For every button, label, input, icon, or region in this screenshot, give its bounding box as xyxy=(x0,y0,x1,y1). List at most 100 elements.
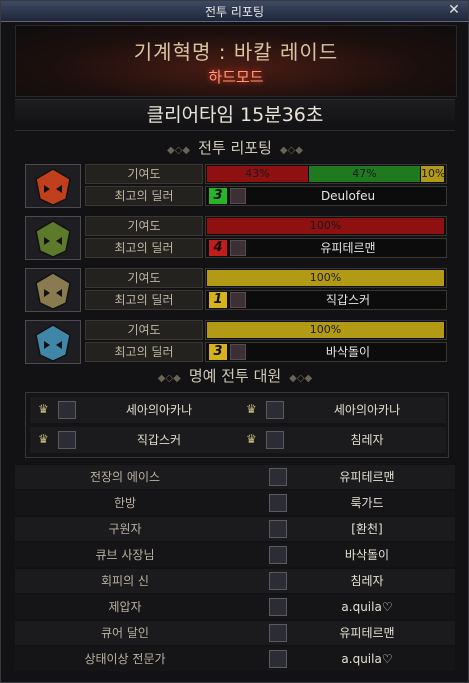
helmet-icon xyxy=(26,321,80,363)
best-dealer[interactable]: 3 Deulofeu xyxy=(205,186,447,206)
honor-member-name: 세아의아카나 xyxy=(125,403,193,417)
avatar xyxy=(269,598,287,616)
contribution-segment: 47% xyxy=(309,166,420,182)
contribution-percent: 47% xyxy=(352,167,377,180)
close-icon[interactable]: ✕ xyxy=(446,2,462,18)
contribution-segment: 43% xyxy=(207,166,308,182)
honor-section-title: ◆◇◆ 명예 전투 대원 ◆◇◆ xyxy=(15,365,455,387)
helmet-icon xyxy=(26,217,80,259)
award-row: 큐브 사장님 바삭돌이 xyxy=(15,543,455,567)
award-winner[interactable]: [환천] xyxy=(287,517,447,541)
honor-member[interactable]: ♛ 침레자 xyxy=(238,427,446,453)
award-title: 큐브 사장님 xyxy=(95,548,155,562)
contribution-percent: 100% xyxy=(309,323,342,336)
avatar xyxy=(230,240,246,256)
rank-badge: 3 xyxy=(209,188,227,204)
contribution-segment: 100% xyxy=(207,322,444,338)
party-portrait[interactable] xyxy=(25,268,81,312)
contribution-segment: 100% xyxy=(207,218,444,234)
avatar xyxy=(58,431,76,449)
title-bar[interactable]: 전투 리포팅 ✕ xyxy=(1,1,468,22)
party-row: 기여도 100% 최고의 딜러 1 직갑스커 xyxy=(25,268,449,314)
contribution-percent: 10% xyxy=(421,167,446,180)
award-winner[interactable]: a.quila♡ xyxy=(287,647,447,671)
best-dealer-label: 최고의 딜러 xyxy=(85,238,203,258)
award-title: 제압자 xyxy=(108,600,142,614)
award-row: 상태이상 전문가 a.quila♡ xyxy=(15,647,455,671)
honor-member[interactable]: ♛ 세아의아카나 xyxy=(238,397,446,423)
award-winner[interactable]: 유피테르맨 xyxy=(287,621,447,645)
contribution-label: 기여도 xyxy=(85,164,203,184)
award-title: 전장의 에이스 xyxy=(89,470,161,484)
award-row: 전장의 에이스 유피테르맨 xyxy=(15,465,455,489)
best-dealer-name: 유피테르맨 xyxy=(320,241,376,255)
award-title: 큐어 달인 xyxy=(101,626,149,640)
award-row: 큐어 달인 유피테르맨 xyxy=(15,621,455,645)
best-dealer-label: 최고의 딜러 xyxy=(85,290,203,310)
party-portrait[interactable] xyxy=(25,320,81,364)
award-row: 제압자 a.quila♡ xyxy=(15,595,455,619)
best-dealer-name: Deulofeu xyxy=(320,189,376,203)
ornament-right-icon: ◆◇◆ xyxy=(279,145,303,156)
award-winner[interactable]: 침레자 xyxy=(287,569,447,593)
best-dealer-name: 직갑스커 xyxy=(325,293,371,307)
contribution-bar: 100% xyxy=(205,268,447,288)
contribution-label: 기여도 xyxy=(85,216,203,236)
avatar xyxy=(266,431,284,449)
contribution-segment: 10% xyxy=(421,166,446,182)
window-title: 전투 리포팅 xyxy=(204,5,264,19)
party-portrait[interactable] xyxy=(25,216,81,260)
best-dealer[interactable]: 1 직갑스커 xyxy=(205,290,447,310)
clear-time: 클리어타임 15분36초 xyxy=(15,99,455,131)
avatar xyxy=(230,344,246,360)
contribution-label: 기여도 xyxy=(85,268,203,288)
avatar xyxy=(269,546,287,564)
party-row: 기여도 43% 47% 10% 최고의 딜러 3 Deulofeu xyxy=(25,164,449,210)
party-portrait[interactable] xyxy=(25,164,81,208)
avatar xyxy=(58,401,76,419)
honor-member[interactable]: ♛ 세아의아카나 xyxy=(30,397,238,423)
award-title: 회피의 신 xyxy=(101,574,149,588)
battle-report-window: 전투 리포팅 ✕ 기계혁명 : 바칼 레이드 하드모드 클리어타임 15분36초… xyxy=(0,0,469,683)
raid-name: 기계혁명 : 바칼 레이드 xyxy=(133,40,339,64)
ornament-right-icon: ◆◇◆ xyxy=(289,373,313,384)
helmet-icon xyxy=(26,165,80,207)
helmet-icon xyxy=(26,269,80,311)
award-title: 상태이상 전문가 xyxy=(84,652,166,666)
honor-member[interactable]: ♛ 직갑스커 xyxy=(30,427,238,453)
contribution-percent: 43% xyxy=(245,167,270,180)
award-row: 회피의 신 침레자 xyxy=(15,569,455,593)
award-winner[interactable]: a.quila♡ xyxy=(287,595,447,619)
best-dealer[interactable]: 4 유피테르맨 xyxy=(205,238,447,258)
crown-icon: ♛ xyxy=(246,432,257,446)
award-title: 한방 xyxy=(113,496,137,510)
avatar xyxy=(269,624,287,642)
avatar xyxy=(269,650,287,668)
avatar xyxy=(269,572,287,590)
best-dealer-label: 최고의 딜러 xyxy=(85,342,203,362)
award-title: 구원자 xyxy=(108,522,142,536)
report-section-label: 전투 리포팅 xyxy=(198,139,272,157)
party-row: 기여도 100% 최고의 딜러 3 바삭돌이 xyxy=(25,320,449,366)
avatar xyxy=(269,494,287,512)
rank-badge: 4 xyxy=(209,240,227,256)
rank-badge: 3 xyxy=(209,344,227,360)
best-dealer-name: 바삭돌이 xyxy=(325,345,371,359)
crown-icon: ♛ xyxy=(38,432,49,446)
avatar xyxy=(269,468,287,486)
contribution-percent: 100% xyxy=(309,219,342,232)
rank-badge: 1 xyxy=(209,292,227,308)
award-winner[interactable]: 룩가드 xyxy=(287,491,447,515)
contribution-percent: 100% xyxy=(309,271,342,284)
award-winner[interactable]: 유피테르맨 xyxy=(287,465,447,489)
contribution-segment: 100% xyxy=(207,270,444,286)
avatar xyxy=(269,520,287,538)
contribution-label: 기여도 xyxy=(85,320,203,340)
contribution-bar: 100% xyxy=(205,216,447,236)
contribution-bar: 43% 47% 10% xyxy=(205,164,447,184)
honor-section-label: 명예 전투 대원 xyxy=(188,367,282,385)
best-dealer[interactable]: 3 바삭돌이 xyxy=(205,342,447,362)
award-winner[interactable]: 바삭돌이 xyxy=(287,543,447,567)
difficulty-label: 하드모드 xyxy=(208,68,264,86)
avatar xyxy=(266,401,284,419)
